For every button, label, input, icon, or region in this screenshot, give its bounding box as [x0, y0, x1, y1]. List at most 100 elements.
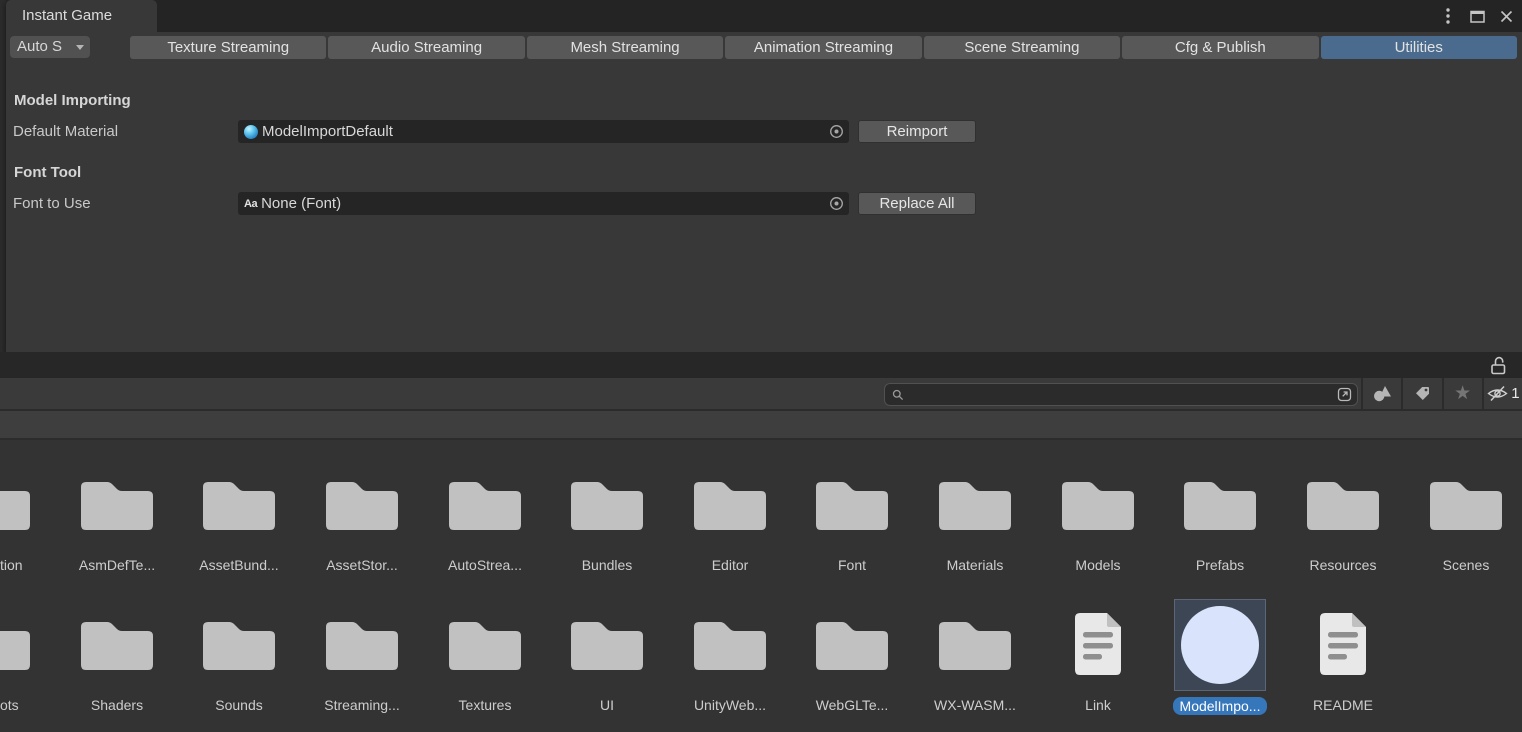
favorites-button[interactable]: ★ [1442, 378, 1482, 409]
filter-by-type-button[interactable] [1361, 378, 1401, 409]
asset-item-label: AsmDefTe... [62, 557, 172, 573]
folder-icon [324, 476, 400, 532]
search-input[interactable] [908, 387, 1336, 403]
font-aa-icon: Aa [244, 198, 257, 210]
tab-animation-streaming[interactable]: Animation Streaming [725, 36, 921, 59]
folder-icon [0, 476, 32, 532]
asset-item-folder[interactable]: Resources [1288, 472, 1398, 573]
asset-item-label: Resources [1288, 557, 1398, 573]
folder-icon [937, 616, 1013, 672]
project-toolbar: ★ 1 [0, 378, 1522, 411]
font-to-use-object-field[interactable]: Aa None (Font) [238, 192, 849, 215]
folder-icon [1305, 476, 1381, 532]
asset-item-folder[interactable]: ots [0, 612, 49, 713]
kebab-menu-icon[interactable] [1438, 6, 1458, 26]
object-picker-icon[interactable] [829, 196, 844, 216]
tab-scene-streaming[interactable]: Scene Streaming [924, 36, 1120, 59]
asset-item-label: AutoStrea... [430, 557, 540, 573]
asset-item-folder[interactable]: UI [552, 612, 662, 713]
asset-item-folder[interactable]: Font [797, 472, 907, 573]
window-tab-label: Instant Game [22, 7, 112, 24]
filter-by-label-button[interactable] [1401, 378, 1441, 409]
asset-item-folder[interactable]: WebGLTe... [797, 612, 907, 713]
asset-item-folder[interactable]: Prefabs [1165, 472, 1275, 573]
hidden-items-eye-icon [1486, 385, 1509, 402]
asset-item-folder[interactable]: Editor [675, 472, 785, 573]
asset-item-folder[interactable]: Models [1043, 472, 1153, 573]
replace-all-button[interactable]: Replace All [858, 192, 976, 215]
material-sphere-preview [1181, 606, 1259, 684]
asset-item-label: Font [797, 557, 907, 573]
asset-item-label-selected: ModelImpo... [1173, 697, 1268, 715]
asset-item-label: AssetBund... [184, 557, 294, 573]
search-jump-icon[interactable] [1336, 386, 1353, 403]
asset-item-label: WX-WASM... [920, 697, 1030, 713]
default-material-object-field[interactable]: ModelImportDefault [238, 120, 849, 143]
reimport-button[interactable]: Reimport [858, 120, 976, 143]
asset-item-label: Bundles [552, 557, 662, 573]
search-field[interactable] [884, 383, 1358, 406]
asset-item-folder[interactable]: Textures [430, 612, 540, 713]
auto-streaming-dropdown[interactable]: Auto S [10, 36, 90, 58]
asset-item-folder[interactable]: AssetStor... [307, 472, 417, 573]
window-controls [1438, 0, 1516, 32]
project-breadcrumb-band [0, 411, 1522, 438]
folder-icon [79, 476, 155, 532]
asset-item-label: WebGLTe... [797, 697, 907, 713]
asset-item-document[interactable]: README [1288, 612, 1398, 713]
folder-icon [937, 476, 1013, 532]
folder-icon [1428, 476, 1504, 532]
folder-icon [814, 616, 890, 672]
asset-item-folder[interactable]: Shaders [62, 612, 172, 713]
hidden-items-button[interactable]: 1 [1482, 378, 1522, 409]
window-titlebar: Instant Game [6, 0, 1522, 32]
asset-item-folder[interactable]: WX-WASM... [920, 612, 1030, 713]
asset-item-label: Materials [920, 557, 1030, 573]
search-icon [892, 389, 904, 401]
filter-by-type-icon [1373, 385, 1392, 402]
asset-item-folder[interactable]: Streaming... [307, 612, 417, 713]
asset-item-material-selected[interactable]: ModelImpo... [1165, 612, 1275, 715]
folder-icon [447, 476, 523, 532]
folder-icon [814, 476, 890, 532]
window-tab-instant-game[interactable]: Instant Game [6, 0, 157, 32]
default-material-label: Default Material [13, 123, 118, 140]
asset-item-label: Editor [675, 557, 785, 573]
asset-item-folder[interactable]: UnityWeb... [675, 612, 785, 713]
tab-audio-streaming[interactable]: Audio Streaming [328, 36, 524, 59]
folder-icon [1060, 476, 1136, 532]
maximize-icon[interactable] [1467, 6, 1487, 26]
object-picker-icon[interactable] [829, 124, 844, 144]
feature-tabstrip: Texture Streaming Audio Streaming Mesh S… [130, 36, 1517, 59]
overflow-dots-icon[interactable]: ⋮ [1518, 354, 1522, 375]
tab-texture-streaming[interactable]: Texture Streaming [130, 36, 326, 59]
unity-editor-screen: { "titlebar": { "tab_label": "Instant Ga… [0, 0, 1522, 732]
asset-item-folder[interactable]: AutoStrea... [430, 472, 540, 573]
folder-icon [201, 476, 277, 532]
asset-item-label: Link [1043, 697, 1153, 713]
asset-item-folder[interactable]: Scenes [1411, 472, 1521, 573]
dropdown-label: Auto S [17, 38, 62, 55]
folder-icon [324, 616, 400, 672]
tab-utilities[interactable]: Utilities [1321, 36, 1517, 59]
folder-icon [569, 616, 645, 672]
folder-icon [79, 616, 155, 672]
asset-item-folder[interactable]: Materials [920, 472, 1030, 573]
asset-item-folder[interactable]: AssetBund... [184, 472, 294, 573]
document-icon [1316, 611, 1370, 677]
asset-item-folder[interactable]: tion [0, 472, 49, 573]
folder-icon [692, 616, 768, 672]
dropdown-arrow-icon [76, 45, 84, 50]
asset-item-folder[interactable]: Sounds [184, 612, 294, 713]
asset-item-folder[interactable]: AsmDefTe... [62, 472, 172, 573]
tab-mesh-streaming[interactable]: Mesh Streaming [527, 36, 723, 59]
close-icon[interactable] [1496, 6, 1516, 26]
favorites-star-icon: ★ [1454, 384, 1471, 403]
section-header-font-tool: Font Tool [14, 164, 81, 181]
asset-item-label: Streaming... [307, 697, 417, 713]
asset-item-folder[interactable]: Bundles [552, 472, 662, 573]
tab-cfg-publish[interactable]: Cfg & Publish [1122, 36, 1318, 59]
asset-item-document[interactable]: Link [1043, 612, 1153, 713]
filter-by-label-icon [1414, 385, 1431, 402]
instant-game-window: Instant Game Auto S Texture Streaming Au… [6, 0, 1522, 352]
